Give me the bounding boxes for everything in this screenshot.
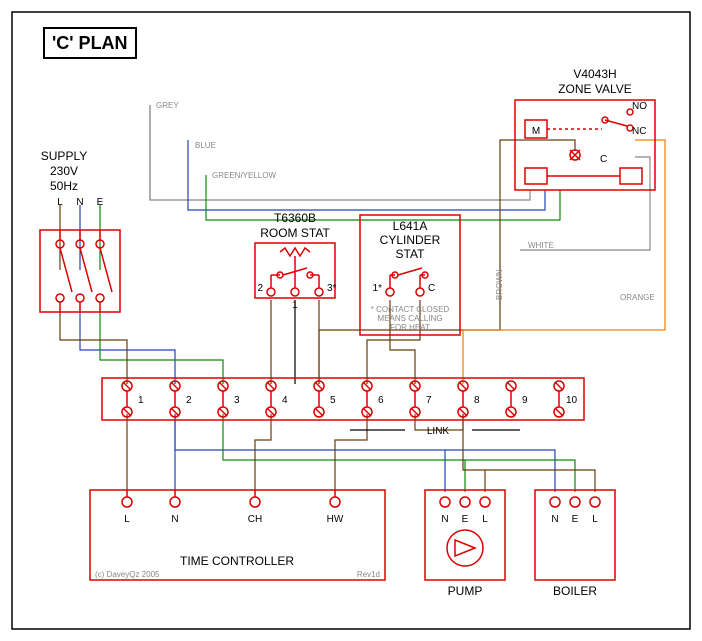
wiring-diagram: 'C' PLAN GREY BLUE GREEN/YELLOW (0, 0, 702, 641)
pump-E: E (462, 514, 469, 525)
cylstat-label1: L641A (393, 219, 428, 233)
supply-N: N (76, 197, 83, 208)
time-N: N (171, 514, 178, 525)
revision-text: Rev1d (357, 570, 380, 579)
roomstat-t1: 1 (292, 300, 298, 311)
time-HW: HW (327, 514, 344, 525)
jb-num-7: 7 (426, 395, 432, 406)
boiler-E: E (572, 514, 579, 525)
wire-brown-jb8-pumpL (463, 414, 485, 492)
wire-brown-CH-to-jb4 (255, 414, 271, 492)
wire-green-to-jb3 (100, 312, 223, 384)
zonevalve-label1: V4043H (573, 67, 616, 81)
cylstat-note2: MEANS CALLING (378, 314, 443, 323)
zone-valve-block: V4043H ZONE VALVE M NO NC C (515, 67, 655, 190)
time-L: L (124, 514, 130, 525)
time-CH: CH (248, 514, 262, 525)
roomstat-t3: 3* (327, 283, 337, 294)
zonevalve-M: M (532, 126, 540, 137)
wire-grey-supply-to-valve (150, 105, 530, 200)
boiler-label: BOILER (553, 584, 597, 598)
zonevalve-label2: ZONE VALVE (558, 82, 632, 96)
room-stat-block: T6360B ROOM STAT 2 1 3* (255, 211, 337, 311)
diagram-border (12, 12, 690, 629)
wire-blue-jb2-to-pumpN (175, 414, 445, 492)
wire-brown-HW-to-jb6 (335, 414, 367, 492)
copyright-text: (c) DaveyQz 2005 (95, 570, 160, 579)
pump-L: L (482, 514, 488, 525)
wire-blue-to-boilerN (445, 450, 555, 492)
cylstat-label3: STAT (396, 247, 426, 261)
boiler-block: N E L BOILER (535, 490, 615, 598)
diagram-title: 'C' PLAN (52, 33, 128, 53)
wire-green-boilerE (465, 460, 575, 492)
jb-num-8: 8 (474, 395, 480, 406)
wire-brown-to-jb1 (60, 312, 127, 384)
supply-switches (56, 230, 112, 312)
supply-label3: 50Hz (50, 179, 78, 193)
link-label: LINK (427, 426, 450, 437)
cylstat-note1: * CONTACT CLOSED (371, 305, 450, 314)
supply-block: SUPPLY 230V 50Hz L N E (40, 149, 120, 312)
pump-block: N E L PUMP (425, 490, 505, 598)
pump-icon (447, 530, 483, 566)
wire-label-orange: ORANGE (620, 293, 655, 302)
time-controller-label: TIME CONTROLLER (180, 554, 294, 568)
wire-label-white: WHITE (528, 241, 554, 250)
roomstat-label1: T6360B (274, 211, 316, 225)
zonevalve-NC: NC (632, 126, 646, 137)
roomstat-label2: ROOM STAT (260, 226, 330, 240)
boiler-N: N (551, 514, 558, 525)
jb-num-3: 3 (234, 395, 240, 406)
jb-num-1: 1 (138, 395, 144, 406)
wire-white-valve-nc (520, 157, 650, 250)
cylstat-label2: CYLINDER (380, 233, 441, 247)
jb-num-5: 5 (330, 395, 336, 406)
zonevalve-NO: NO (632, 101, 647, 112)
jb-num-6: 6 (378, 395, 384, 406)
wire-label-brown: BROWN (495, 269, 504, 300)
supply-label2: 230V (50, 164, 78, 178)
pump-label: PUMP (448, 584, 483, 598)
wire-green-valve (206, 175, 560, 220)
zonevalve-C: C (600, 154, 607, 165)
cylstat-tC: C (428, 283, 435, 294)
roomstat-t2: 2 (257, 283, 263, 294)
cylstat-t1: 1* (373, 283, 383, 294)
jb-num-9: 9 (522, 395, 528, 406)
supply-L: L (57, 197, 63, 208)
junction-box: 1 2 3 4 5 6 7 8 9 10 LINK (102, 378, 584, 437)
boiler-box (535, 490, 615, 580)
wire-brown-jb5-valve (319, 140, 575, 384)
pump-N: N (441, 514, 448, 525)
boiler-L: L (592, 514, 598, 525)
supply-label1: SUPPLY (41, 149, 87, 163)
roomstat-resistor-icon (280, 248, 310, 256)
wire-brown-boilerL (485, 470, 595, 492)
wire-label-greenyellow: GREEN/YELLOW (212, 171, 276, 180)
jb-num-2: 2 (186, 395, 192, 406)
wire-label-blue: BLUE (195, 141, 216, 150)
jb-num-10: 10 (566, 395, 578, 406)
time-controller-block: L N CH HW TIME CONTROLLER (c) DaveyQz 20… (90, 490, 385, 580)
cylinder-stat-block: L641A CYLINDER STAT 1* C * CONTACT CLOSE… (360, 215, 460, 335)
cylstat-note3: FOR HEAT (390, 323, 430, 332)
supply-E: E (97, 197, 104, 208)
jb-num-4: 4 (282, 395, 288, 406)
wire-label-grey: GREY (156, 101, 179, 110)
